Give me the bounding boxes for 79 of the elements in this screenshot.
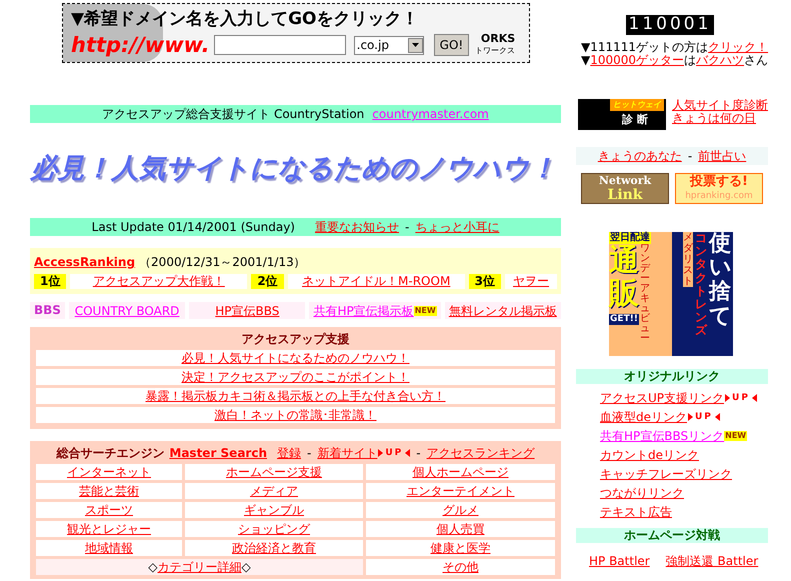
counter-text: ▼ xyxy=(581,54,590,67)
link[interactable]: 重要なお知らせ xyxy=(314,218,399,236)
link[interactable]: ちょっと小耳に xyxy=(415,218,500,236)
new-badge: NEW xyxy=(724,431,748,441)
ranking-period: （2000/12/31～2001/1/13） xyxy=(139,254,306,271)
banner-text: Network xyxy=(598,174,652,188)
link[interactable]: 強制送還 Battler xyxy=(666,552,758,570)
link[interactable]: 共有HP宣伝BBSリンク xyxy=(600,428,724,444)
panel-title: アクセスアップ支援 xyxy=(240,331,350,347)
link[interactable]: 100000ゲッター xyxy=(590,54,684,67)
ad-tag: 翌日配達 xyxy=(609,232,651,244)
logo-label: 診断 xyxy=(622,112,653,128)
banner-title: ▼希望ドメイン名を入力してGOをクリック！ xyxy=(71,8,420,30)
link[interactable]: きょうは何の日 xyxy=(672,112,756,125)
link[interactable]: その他 xyxy=(442,560,478,574)
bbs-label: BBS xyxy=(30,302,65,319)
vote-banner[interactable]: 投票する! hpranking.com xyxy=(675,173,763,204)
separator: - xyxy=(404,219,410,236)
site-bar-text: アクセスアップ総合支援サイト CountryStation xyxy=(102,106,364,123)
logo-subtext: トワークス xyxy=(475,45,516,57)
new-badge: NEW xyxy=(414,306,437,316)
link[interactable]: Master Search xyxy=(169,445,267,461)
ad-big-text: 通販 xyxy=(609,244,639,310)
link[interactable]: アクセスランキング xyxy=(426,445,535,461)
link[interactable]: 登録 xyxy=(277,445,301,461)
separator: - xyxy=(416,445,421,461)
separator: - xyxy=(307,445,312,461)
link[interactable]: テキスト広告 xyxy=(600,504,672,520)
ad-small-text: ワンデーアキュビュー xyxy=(640,244,650,344)
link[interactable]: 共有HP宣伝掲示板 xyxy=(313,302,414,320)
section-header: オリジナルリンク xyxy=(576,369,768,384)
update-text: Last Update 01/14/2001 (Sunday) xyxy=(92,219,295,236)
link[interactable]: 人気サイト度診断 xyxy=(672,99,768,112)
banner-text: hpranking.com xyxy=(685,190,753,203)
separator: - xyxy=(688,148,692,165)
headline: 必見！人気サイトになるためのノウハウ！ xyxy=(30,152,558,186)
link[interactable]: 新着サイト xyxy=(317,445,378,461)
ad-cta: GET!! xyxy=(609,314,639,325)
hit-counter: 110001 xyxy=(626,15,714,35)
caret-icon xyxy=(408,38,423,52)
link[interactable]: countrymaster.com xyxy=(372,105,489,123)
ad-text: コンタクトレンズ xyxy=(695,232,707,340)
banner-text: 投票する! xyxy=(690,174,748,189)
tld-dropdown[interactable]: .co.jp xyxy=(354,36,424,54)
rank-label: 2位 xyxy=(251,274,284,289)
link[interactable]: グルメ xyxy=(442,503,478,517)
diamond-mark: ◇ xyxy=(148,559,158,575)
link[interactable]: 前世占い xyxy=(698,147,746,165)
go-button[interactable]: GO! xyxy=(434,34,470,56)
counter-text: ▼111111ゲットの方は xyxy=(581,41,708,54)
logo-text: ORKS xyxy=(480,33,516,45)
rank-label: 3位 xyxy=(468,274,502,289)
link[interactable]: きょうのあなた xyxy=(598,147,682,165)
network-link-banner[interactable]: Network Link xyxy=(581,173,669,204)
banner-url-prefix: http://www. xyxy=(71,32,210,58)
logo-title: ヒットウェイ xyxy=(610,99,664,111)
link[interactable]: 血液型deリンク xyxy=(600,409,687,425)
link[interactable]: バクハツ xyxy=(696,54,744,67)
link[interactable]: キャッチフレーズリンク xyxy=(600,466,732,482)
link[interactable]: HP Battler xyxy=(589,552,650,570)
ad-small-text: メダリスト xyxy=(683,232,693,287)
link[interactable]: AccessRanking xyxy=(34,253,136,271)
up-badge: UP xyxy=(378,448,410,458)
link[interactable]: クリック！ xyxy=(708,41,768,54)
counter-text: は xyxy=(684,54,696,67)
section-header: ホームページ対戦 xyxy=(576,528,768,543)
up-badge: UP xyxy=(725,393,757,403)
domain-input[interactable] xyxy=(214,35,346,55)
link[interactable]: アクセスUP支援リンク xyxy=(600,390,724,406)
up-badge: UP xyxy=(688,412,720,422)
panel-title: 総合サーチエンジン xyxy=(56,445,164,461)
rank-label: 1位 xyxy=(34,274,66,289)
banner-text: Link xyxy=(607,188,643,202)
counter-text: さん xyxy=(744,54,768,67)
diamond-mark: ◇ xyxy=(242,559,251,575)
ad-headline: 使い捨て xyxy=(709,232,731,331)
link[interactable]: つながりリンク xyxy=(600,485,684,501)
link[interactable]: カテゴリー詳細 xyxy=(158,559,242,575)
link[interactable]: カウントdeリンク xyxy=(600,447,699,463)
